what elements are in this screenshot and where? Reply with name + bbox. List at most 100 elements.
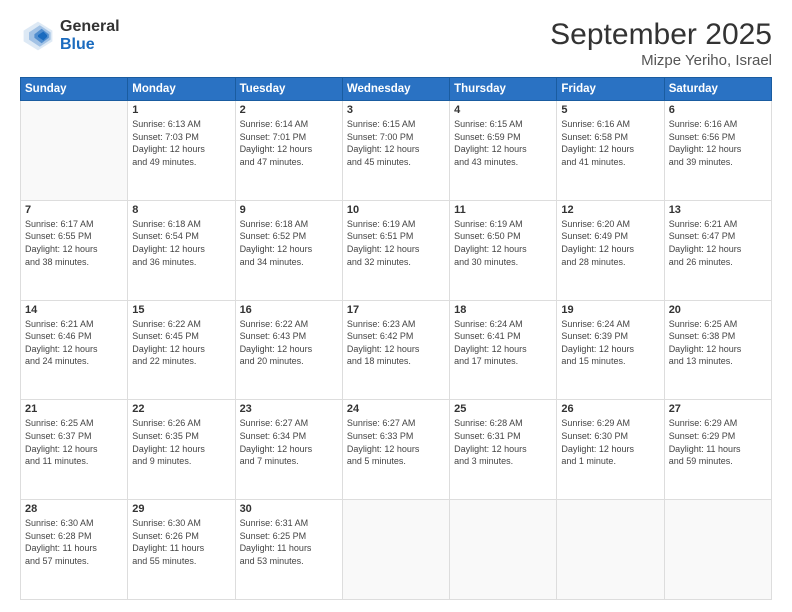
table-row: 17 Sunrise: 6:23 AMSunset: 6:42 PMDayligh… [342,300,449,400]
day-info: Sunrise: 6:15 AMSunset: 7:00 PMDaylight:… [347,118,445,168]
day-info: Sunrise: 6:30 AMSunset: 6:26 PMDaylight:… [132,517,230,567]
table-row: 19 Sunrise: 6:24 AMSunset: 6:39 PMDayligh… [557,300,664,400]
day-number: 29 [132,503,230,515]
day-number: 23 [240,403,338,415]
table-row: 1 Sunrise: 6:13 AMSunset: 7:03 PMDaylight… [128,101,235,201]
calendar-header-row: Sunday Monday Tuesday Wednesday Thursday… [21,78,772,101]
page: General Blue September 2025 Mizpe Yeriho… [0,0,792,612]
day-number: 10 [347,204,445,216]
title-month: September 2025 [550,18,772,52]
table-row [21,101,128,201]
day-info: Sunrise: 6:22 AMSunset: 6:45 PMDaylight:… [132,318,230,368]
day-number: 30 [240,503,338,515]
day-number: 20 [669,304,767,316]
table-row: 21 Sunrise: 6:25 AMSunset: 6:37 PMDayligh… [21,400,128,500]
col-thursday: Thursday [450,78,557,101]
table-row: 28Sunrise: 6:30 AMSunset: 6:28 PMDayligh… [21,500,128,600]
table-row [342,500,449,600]
day-info: Sunrise: 6:26 AMSunset: 6:35 PMDaylight:… [132,417,230,467]
day-info: Sunrise: 6:19 AMSunset: 6:50 PMDaylight:… [454,218,552,268]
header: General Blue September 2025 Mizpe Yeriho… [20,18,772,69]
title-location: Mizpe Yeriho, Israel [550,52,772,69]
table-row: 7 Sunrise: 6:17 AMSunset: 6:55 PMDaylight… [21,200,128,300]
day-info: Sunrise: 6:22 AMSunset: 6:43 PMDaylight:… [240,318,338,368]
col-monday: Monday [128,78,235,101]
calendar-table: Sunday Monday Tuesday Wednesday Thursday… [20,77,772,600]
day-number: 8 [132,204,230,216]
day-info: Sunrise: 6:24 AMSunset: 6:39 PMDaylight:… [561,318,659,368]
day-info: Sunrise: 6:30 AMSunset: 6:28 PMDaylight:… [25,517,123,567]
table-row: 29 Sunrise: 6:30 AMSunset: 6:26 PMDayligh… [128,500,235,600]
day-number: 4 [454,104,552,116]
table-row: 20 Sunrise: 6:25 AMSunset: 6:38 PMDayligh… [664,300,771,400]
day-info: Sunrise: 6:21 AMSunset: 6:47 PMDaylight:… [669,218,767,268]
day-info: Sunrise: 6:20 AMSunset: 6:49 PMDaylight:… [561,218,659,268]
table-row: 26 Sunrise: 6:29 AMSunset: 6:30 PMDayligh… [557,400,664,500]
table-row: 25Sunrise: 6:28 AMSunset: 6:31 PMDayligh… [450,400,557,500]
table-row: 11 Sunrise: 6:19 AMSunset: 6:50 PMDayligh… [450,200,557,300]
table-row: 16 Sunrise: 6:22 AMSunset: 6:43 PMDayligh… [235,300,342,400]
day-info: Sunrise: 6:16 AMSunset: 6:56 PMDaylight:… [669,118,767,168]
table-row: 2 Sunrise: 6:14 AMSunset: 7:01 PMDaylight… [235,101,342,201]
table-row: 3Sunrise: 6:15 AMSunset: 7:00 PMDaylight… [342,101,449,201]
day-info: Sunrise: 6:29 AMSunset: 6:30 PMDaylight:… [561,417,659,467]
table-row [557,500,664,600]
logo: General Blue [20,18,120,54]
day-info: Sunrise: 6:31 AMSunset: 6:25 PMDaylight:… [240,517,338,567]
col-saturday: Saturday [664,78,771,101]
day-info: Sunrise: 6:23 AMSunset: 6:42 PMDaylight:… [347,318,445,368]
table-row: 13 Sunrise: 6:21 AMSunset: 6:47 PMDayligh… [664,200,771,300]
col-tuesday: Tuesday [235,78,342,101]
day-info: Sunrise: 6:13 AMSunset: 7:03 PMDaylight:… [132,118,230,168]
day-info: Sunrise: 6:14 AMSunset: 7:01 PMDaylight:… [240,118,338,168]
day-number: 12 [561,204,659,216]
day-number: 18 [454,304,552,316]
day-number: 19 [561,304,659,316]
day-info: Sunrise: 6:27 AMSunset: 6:34 PMDaylight:… [240,417,338,467]
day-number: 26 [561,403,659,415]
day-info: Sunrise: 6:25 AMSunset: 6:37 PMDaylight:… [25,417,123,467]
day-number: 7 [25,204,123,216]
table-row: 5 Sunrise: 6:16 AMSunset: 6:58 PMDaylight… [557,101,664,201]
day-info: Sunrise: 6:17 AMSunset: 6:55 PMDaylight:… [25,218,123,268]
table-row: 22 Sunrise: 6:26 AMSunset: 6:35 PMDayligh… [128,400,235,500]
table-row [664,500,771,600]
day-info: Sunrise: 6:16 AMSunset: 6:58 PMDaylight:… [561,118,659,168]
col-wednesday: Wednesday [342,78,449,101]
table-row: 10Sunrise: 6:19 AMSunset: 6:51 PMDayligh… [342,200,449,300]
day-number: 17 [347,304,445,316]
day-info: Sunrise: 6:28 AMSunset: 6:31 PMDaylight:… [454,417,552,467]
table-row: 8Sunrise: 6:18 AMSunset: 6:54 PMDaylight… [128,200,235,300]
calendar-week-row: 1 Sunrise: 6:13 AMSunset: 7:03 PMDaylight… [21,101,772,201]
day-number: 24 [347,403,445,415]
calendar-week-row: 7 Sunrise: 6:17 AMSunset: 6:55 PMDaylight… [21,200,772,300]
day-number: 16 [240,304,338,316]
calendar-week-row: 14Sunrise: 6:21 AMSunset: 6:46 PMDayligh… [21,300,772,400]
day-number: 2 [240,104,338,116]
day-info: Sunrise: 6:24 AMSunset: 6:41 PMDaylight:… [454,318,552,368]
table-row: 18 Sunrise: 6:24 AMSunset: 6:41 PMDayligh… [450,300,557,400]
logo-icon [20,18,56,54]
day-number: 21 [25,403,123,415]
day-number: 11 [454,204,552,216]
title-block: September 2025 Mizpe Yeriho, Israel [550,18,772,69]
day-number: 6 [669,104,767,116]
day-number: 22 [132,403,230,415]
table-row: 4Sunrise: 6:15 AMSunset: 6:59 PMDaylight… [450,101,557,201]
day-info: Sunrise: 6:25 AMSunset: 6:38 PMDaylight:… [669,318,767,368]
day-number: 9 [240,204,338,216]
day-number: 5 [561,104,659,116]
day-info: Sunrise: 6:29 AMSunset: 6:29 PMDaylight:… [669,417,767,467]
day-number: 13 [669,204,767,216]
col-sunday: Sunday [21,78,128,101]
table-row: 14Sunrise: 6:21 AMSunset: 6:46 PMDayligh… [21,300,128,400]
table-row: 24Sunrise: 6:27 AMSunset: 6:33 PMDayligh… [342,400,449,500]
calendar-week-row: 28Sunrise: 6:30 AMSunset: 6:28 PMDayligh… [21,500,772,600]
logo-blue-text: Blue [60,36,120,54]
day-number: 1 [132,104,230,116]
table-row: 15Sunrise: 6:22 AMSunset: 6:45 PMDayligh… [128,300,235,400]
table-row: 27 Sunrise: 6:29 AMSunset: 6:29 PMDayligh… [664,400,771,500]
day-number: 27 [669,403,767,415]
table-row [450,500,557,600]
table-row: 23 Sunrise: 6:27 AMSunset: 6:34 PMDayligh… [235,400,342,500]
